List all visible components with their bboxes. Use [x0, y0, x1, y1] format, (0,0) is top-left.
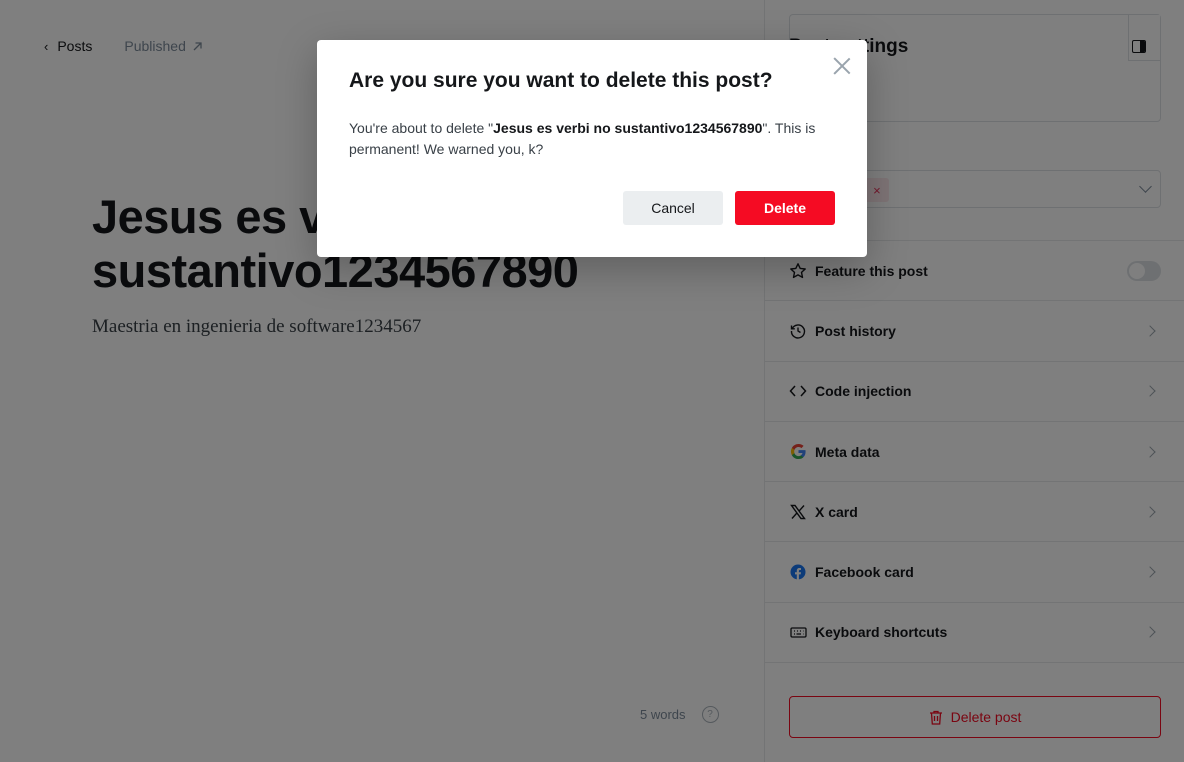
modal-post-name: Jesus es verbi no sustantivo1234567890	[493, 120, 763, 136]
delete-button[interactable]: Delete	[735, 191, 835, 225]
close-icon[interactable]	[833, 57, 851, 75]
delete-confirm-modal: Are you sure you want to delete this pos…	[317, 40, 867, 257]
modal-body-prefix: You're about to delete "	[349, 120, 494, 136]
modal-body: You're about to delete "Jesus es verbi n…	[349, 118, 841, 160]
modal-actions: Cancel Delete	[623, 191, 835, 225]
modal-title: Are you sure you want to delete this pos…	[349, 69, 773, 92]
cancel-button[interactable]: Cancel	[623, 191, 723, 225]
